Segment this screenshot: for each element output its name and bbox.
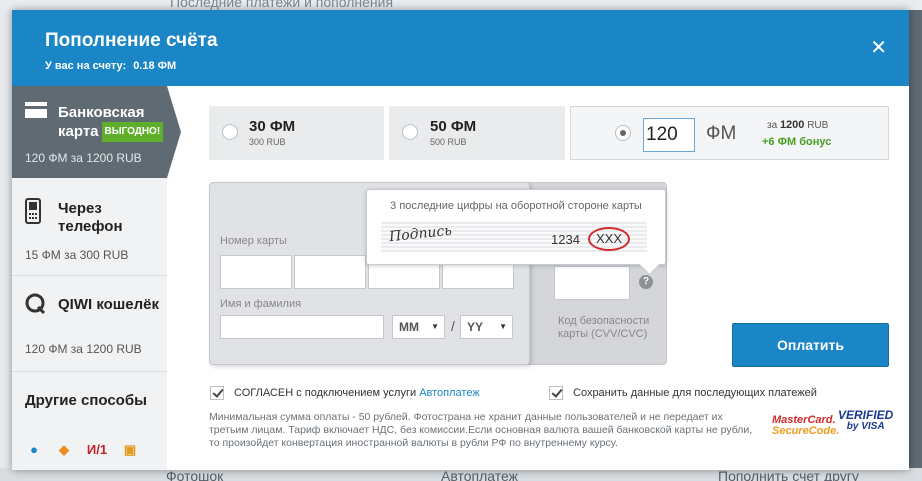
account-balance: У вас на счету: 0.18 ФМ bbox=[45, 60, 176, 72]
modal-header: Пополнение счёта У вас на счету: 0.18 ФМ… bbox=[12, 10, 909, 86]
other-payment-icons: ● ◆ И/1 ▣ bbox=[25, 442, 139, 458]
sidebar-item-label: Через телефон bbox=[58, 200, 123, 235]
cardholder-name-input[interactable] bbox=[220, 315, 384, 339]
amount-radio[interactable] bbox=[222, 124, 238, 140]
sidebar-item-label: Банковская карта ВЫГОДНО! bbox=[58, 104, 164, 142]
bank-card-icon bbox=[25, 102, 47, 118]
custom-amount-price: за 1200 RUB bbox=[767, 119, 829, 131]
tooltip-text: 3 последние цифры на оборотной стороне к… bbox=[390, 200, 642, 212]
profitable-badge: ВЫГОДНО! bbox=[101, 122, 164, 142]
balance-value: 0.18 ФМ bbox=[133, 60, 177, 72]
amount-value: 50 ФМ bbox=[430, 118, 477, 135]
expiry-year-select[interactable]: YY bbox=[460, 315, 513, 339]
bonus-text: +6 ФМ бонус bbox=[762, 136, 832, 148]
card-number-input-1[interactable] bbox=[220, 255, 292, 289]
cvv-label: Код безопасности карты (CVV/CVC) bbox=[558, 315, 650, 340]
webmoney-icon[interactable]: ● bbox=[25, 442, 43, 458]
card-number-label: Номер карты bbox=[220, 235, 287, 247]
background-page-top: Последние платежи и пополнения bbox=[0, 0, 922, 10]
autopay-checkbox[interactable] bbox=[210, 386, 224, 400]
sidebar-item-qiwi[interactable]: QIWI кошелёк 120 ФМ за 1200 RUB bbox=[12, 276, 167, 372]
amount-option-50[interactable]: 50 ФМ 500 RUB bbox=[389, 106, 565, 160]
amount-radio[interactable] bbox=[402, 124, 418, 140]
wallet-icon[interactable]: ▣ bbox=[121, 442, 139, 458]
disclaimer-text: Минимальная сумма оплаты - 50 рублей. Фо… bbox=[209, 411, 753, 449]
payment-methods-sidebar: Банковская карта ВЫГОДНО! 120 ФМ за 1200 … bbox=[12, 86, 181, 470]
sidebar-item-price: 120 ФМ за 1200 RUB bbox=[25, 342, 142, 356]
help-icon[interactable]: ? bbox=[639, 275, 653, 289]
yandex-money-icon[interactable]: ◆ bbox=[55, 442, 73, 458]
card-number-input-2[interactable] bbox=[294, 255, 366, 289]
save-data-checkbox[interactable] bbox=[549, 386, 563, 400]
close-icon[interactable]: ✕ bbox=[870, 38, 887, 58]
balance-label: У вас на счету: bbox=[45, 60, 127, 72]
sidebar-item-label: Другие способы bbox=[25, 392, 147, 409]
background-page-left bbox=[0, 10, 12, 470]
expiry-separator: / bbox=[451, 318, 455, 334]
sidebar-item-bank-card[interactable]: Банковская карта ВЫГОДНО! 120 ФМ за 1200 … bbox=[12, 86, 181, 178]
cvv-tooltip: 3 последние цифры на оборотной стороне к… bbox=[366, 189, 666, 265]
custom-amount-input[interactable] bbox=[643, 118, 695, 152]
amount-option-custom[interactable]: ФМ за 1200 RUB +6 ФМ бонус bbox=[570, 106, 889, 160]
moneta-icon[interactable]: И/1 bbox=[85, 442, 109, 458]
tooltip-digits: 1234 bbox=[551, 232, 580, 247]
autopay-link[interactable]: Автоплатеж bbox=[419, 387, 480, 399]
tooltip-cvv-highlight: XXX bbox=[588, 227, 630, 251]
amount-price: 500 RUB bbox=[430, 137, 467, 147]
phone-icon bbox=[25, 198, 41, 224]
sidebar-item-price: 15 ФМ за 300 RUB bbox=[25, 248, 129, 262]
amount-radio-selected[interactable] bbox=[615, 125, 631, 141]
amount-price: 300 RUB bbox=[249, 137, 286, 147]
amount-option-30[interactable]: 30 ФМ 300 RUB bbox=[209, 106, 384, 160]
qiwi-icon bbox=[25, 293, 46, 315]
mastercard-securecode-logo: MasterCard. SecureCode. bbox=[772, 414, 840, 437]
sidebar-item-phone[interactable]: Через телефон 15 ФМ за 300 RUB bbox=[12, 178, 167, 276]
verified-by-visa-logo: VERIFIED by VISA bbox=[838, 408, 894, 432]
cardholder-name-label: Имя и фамилия bbox=[220, 298, 302, 310]
modal-title: Пополнение счёта bbox=[45, 30, 218, 51]
autopay-label: СОГЛАСЕН с подключением услуги Автоплате… bbox=[234, 387, 480, 399]
cvv-input[interactable] bbox=[554, 266, 630, 300]
background-heading: Последние платежи и пополнения bbox=[170, 0, 394, 10]
custom-amount-unit: ФМ bbox=[706, 123, 737, 144]
amount-value: 30 ФМ bbox=[249, 118, 296, 135]
save-data-label: Сохранить данные для последующих платеже… bbox=[573, 387, 817, 399]
sidebar-item-price: 120 ФМ за 1200 RUB bbox=[25, 151, 142, 165]
sidebar-item-label: QIWI кошелёк bbox=[58, 296, 160, 313]
pay-button[interactable]: Оплатить bbox=[732, 323, 889, 367]
top-up-modal: Пополнение счёта У вас на счету: 0.18 ФМ… bbox=[12, 10, 909, 470]
expiry-month-select[interactable]: MM bbox=[392, 315, 445, 339]
